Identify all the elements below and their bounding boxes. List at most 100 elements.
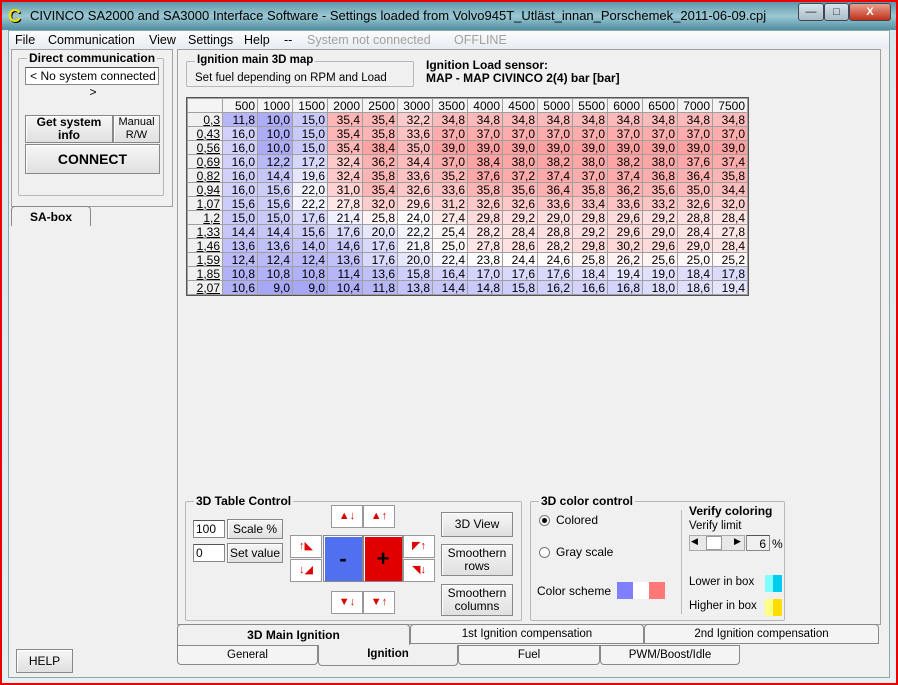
map-cell[interactable]: 12,2 [257, 154, 293, 169]
tab-pwm-boost-idle[interactable]: PWM/Boost/Idle [600, 645, 740, 665]
map-cell[interactable]: 39,0 [677, 140, 713, 155]
map-cell[interactable]: 11,4 [327, 266, 363, 281]
map-cell[interactable]: 29,2 [502, 210, 538, 225]
map-cell[interactable]: 17,6 [292, 210, 328, 225]
map-cell[interactable]: 23,8 [467, 252, 503, 267]
map-cell[interactable]: 19,6 [292, 168, 328, 183]
map-cell[interactable]: 34,8 [502, 112, 538, 127]
map-cell[interactable]: 14,8 [467, 280, 503, 295]
increase-button[interactable]: + [363, 535, 403, 582]
map-cell[interactable]: 12,4 [292, 252, 328, 267]
map-cell[interactable]: 16,8 [607, 280, 643, 295]
verify-limit-value[interactable]: 6 [746, 535, 770, 551]
map-cell[interactable]: 20,0 [397, 252, 433, 267]
map-cell[interactable]: 35,0 [677, 182, 713, 197]
map-cell[interactable]: 15,6 [257, 196, 293, 211]
map-cell[interactable]: 15,8 [502, 280, 538, 295]
menu-view[interactable]: View [149, 33, 176, 47]
map-cell[interactable]: 35,0 [397, 140, 433, 155]
map-cell[interactable]: 29,6 [607, 224, 643, 239]
color-scheme-swatch[interactable] [617, 582, 665, 599]
map-cell[interactable]: 29,2 [642, 210, 678, 225]
map-cell[interactable]: 20,0 [362, 224, 398, 239]
map-cell[interactable]: 38,2 [607, 154, 643, 169]
map-cell[interactable]: 17,6 [537, 266, 573, 281]
map-cell[interactable]: 28,8 [537, 224, 573, 239]
minimize-button[interactable]: — [798, 3, 824, 21]
map-cell[interactable]: 26,2 [607, 252, 643, 267]
map-cell[interactable]: 10,8 [292, 266, 328, 281]
map-cell[interactable]: 37,0 [712, 126, 748, 141]
shift-down-down-icon[interactable]: ▼↓ [331, 591, 363, 614]
tab-general[interactable]: General [177, 645, 318, 665]
map-cell[interactable]: 36,4 [537, 182, 573, 197]
map-cell[interactable]: 13,8 [397, 280, 433, 295]
map-cell[interactable]: 32,0 [362, 196, 398, 211]
map-cell[interactable]: 35,2 [432, 168, 468, 183]
map-cell[interactable]: 16,0 [222, 154, 258, 169]
map-cell[interactable]: 19,4 [712, 280, 748, 295]
map-cell[interactable]: 22,0 [292, 182, 328, 197]
map-cell[interactable]: 35,8 [572, 182, 608, 197]
map-cell[interactable]: 34,8 [537, 112, 573, 127]
map-cell[interactable]: 29,6 [642, 238, 678, 253]
map-cell[interactable]: 36,2 [607, 182, 643, 197]
map-cell[interactable]: 37,4 [607, 168, 643, 183]
map-cell[interactable]: 13,6 [222, 238, 258, 253]
map-cell[interactable]: 37,0 [642, 126, 678, 141]
tab-fuel[interactable]: Fuel [458, 645, 600, 665]
map-cell[interactable]: 16,2 [537, 280, 573, 295]
map-cell[interactable]: 38,0 [572, 154, 608, 169]
map-cell[interactable]: 16,0 [222, 182, 258, 197]
map-cell[interactable]: 25,6 [642, 252, 678, 267]
map-cell[interactable]: 16,4 [432, 266, 468, 281]
map-cell[interactable]: 24,4 [502, 252, 538, 267]
tab-sa-box[interactable]: SA-box [11, 206, 91, 226]
map-cell[interactable]: 22,4 [432, 252, 468, 267]
map-cell[interactable]: 32,2 [397, 112, 433, 127]
shift-right-up-icon[interactable]: ◤↑ [403, 535, 435, 558]
map-cell[interactable]: 19,0 [642, 266, 678, 281]
map-cell[interactable]: 17,6 [502, 266, 538, 281]
map-cell[interactable]: 28,2 [537, 238, 573, 253]
map-cell[interactable]: 22,2 [292, 196, 328, 211]
map-cell[interactable]: 16,6 [572, 280, 608, 295]
map-cell[interactable]: 25,8 [362, 210, 398, 225]
set-value-button[interactable]: Set value [227, 543, 283, 563]
3d-view-button[interactable]: 3D View [441, 512, 513, 537]
get-system-info-button[interactable]: Get system info [25, 115, 113, 143]
smoothern-rows-button[interactable]: Smoothern rows [441, 544, 513, 576]
map-cell[interactable]: 17,8 [712, 266, 748, 281]
map-cell[interactable]: 33,6 [432, 182, 468, 197]
menu-file[interactable]: File [15, 33, 35, 47]
scroll-left-icon[interactable]: ◀ [691, 536, 698, 547]
map-cell[interactable]: 34,4 [397, 154, 433, 169]
map-cell[interactable]: 37,0 [607, 126, 643, 141]
map-cell[interactable]: 27,8 [467, 238, 503, 253]
map-cell[interactable]: 34,4 [712, 182, 748, 197]
map-cell[interactable]: 32,4 [327, 168, 363, 183]
map-cell[interactable]: 39,0 [432, 140, 468, 155]
map-cell[interactable]: 25,0 [432, 238, 468, 253]
map-cell[interactable]: 14,4 [257, 224, 293, 239]
smoothern-columns-button[interactable]: Smoothern columns [441, 584, 513, 616]
map-cell[interactable]: 28,8 [677, 210, 713, 225]
menu-settings[interactable]: Settings [188, 33, 233, 47]
map-cell[interactable]: 13,6 [257, 238, 293, 253]
map-cell[interactable]: 39,0 [502, 140, 538, 155]
map-cell[interactable]: 18,4 [572, 266, 608, 281]
map-cell[interactable]: 36,4 [677, 168, 713, 183]
map-cell[interactable]: 12,4 [222, 252, 258, 267]
map-cell[interactable]: 32,6 [502, 196, 538, 211]
map-cell[interactable]: 38,0 [642, 154, 678, 169]
map-cell[interactable]: 16,0 [222, 140, 258, 155]
map-cell[interactable]: 37,4 [537, 168, 573, 183]
map-cell[interactable]: 29,6 [607, 210, 643, 225]
map-cell[interactable]: 34,8 [467, 112, 503, 127]
map-cell[interactable]: 15,6 [257, 182, 293, 197]
map-cell[interactable]: 25,4 [432, 224, 468, 239]
map-cell[interactable]: 34,8 [432, 112, 468, 127]
map-cell[interactable]: 32,4 [327, 154, 363, 169]
shift-left-up-icon[interactable]: ↑◣ [290, 535, 322, 558]
map-cell[interactable]: 37,2 [502, 168, 538, 183]
